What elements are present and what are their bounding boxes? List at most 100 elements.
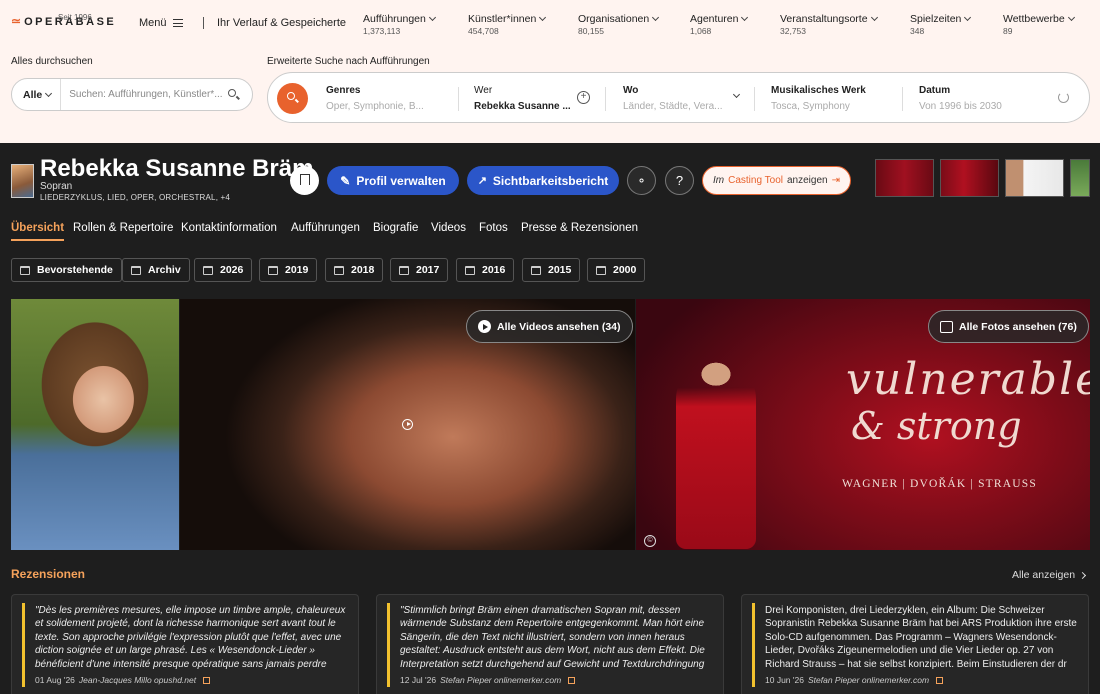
review-card[interactable]: "Dès les premières mesures, elle impose … [11, 594, 359, 694]
review-source[interactable]: Jean-Jacques Millo opushd.net [79, 675, 196, 685]
casting-tool-button[interactable]: Im Casting Tool anzeigen ⇥ [702, 166, 851, 195]
history-link[interactable]: Ihr Verlauf & Gespeicherte [217, 17, 346, 29]
work-filter[interactable]: Musikalisches Werk Tosca, Symphony [771, 85, 891, 112]
date-filter[interactable]: Datum Von 1996 bis 2030 [919, 85, 1039, 112]
stat-agencies[interactable]: Agenturen 1,068 [690, 13, 749, 36]
all-videos-button[interactable]: Alle Videos ansehen (34) [466, 310, 633, 343]
advanced-search-button[interactable] [277, 83, 308, 114]
who-filter[interactable]: Wer Rebekka Susanne ... [474, 85, 574, 112]
review-date: 12 Jul '26 [400, 675, 437, 685]
genres-filter[interactable]: Genres Oper, Symphonie, B... [326, 85, 436, 112]
search-icon [287, 92, 295, 100]
tab-photos[interactable]: Fotos [479, 222, 508, 234]
stat-label: Wettbewerbe [1003, 13, 1065, 25]
album-cover-photo[interactable]: vulnerable & strong WAGNER | DVOŘÁK | ST… [636, 299, 1090, 550]
stat-organisations[interactable]: Organisationen 80,155 [578, 13, 660, 36]
filter-chip-upcoming[interactable]: Bevorstehende [11, 258, 122, 282]
external-link-icon[interactable] [568, 676, 576, 684]
filter-chip-year[interactable]: 2000 [587, 258, 646, 282]
external-link-icon[interactable] [936, 676, 944, 684]
stat-count: 348 [910, 26, 925, 36]
manage-profile-button[interactable]: ✎ Profil verwalten [327, 166, 459, 195]
tab-biography[interactable]: Biografie [373, 222, 418, 234]
photo-thumbnail[interactable] [875, 159, 934, 197]
stat-competitions[interactable]: Wettbewerbe 89 [1003, 13, 1075, 36]
stat-artists[interactable]: Künstler*innen 454,708 [468, 13, 547, 36]
chevron-down-icon [870, 13, 878, 22]
stat-venues[interactable]: Veranstaltungsorte 32,753 [780, 13, 878, 36]
filter-value: Oper, Symphonie, B... [326, 101, 424, 112]
review-meta: 10 Jun '26 Stefan Pieper onlinemerker.co… [765, 675, 944, 685]
show-all-reviews-link[interactable]: Alle anzeigen [1012, 569, 1087, 581]
filter-value: Tosca, Symphony [771, 101, 850, 112]
help-icon: ? [675, 173, 684, 188]
filter-chip-year[interactable]: 2015 [522, 258, 581, 282]
review-meta: 01 Aug '26 Jean-Jacques Millo opushd.net [35, 675, 211, 685]
reset-icon[interactable] [1058, 92, 1069, 103]
search-input[interactable]: Suchen: Aufführungen, Künstler*... [61, 89, 222, 100]
review-text: "Stimmlich bringt Bräm einen dramatische… [400, 605, 705, 670]
photo-thumbnail[interactable] [940, 159, 999, 197]
filter-chip-year[interactable]: 2026 [194, 258, 253, 282]
filter-chip-archive[interactable]: Archiv [122, 258, 190, 282]
photo-thumbnail[interactable] [1070, 159, 1090, 197]
document-thumbnail[interactable] [1005, 159, 1064, 197]
filter-chip-year[interactable]: 2018 [325, 258, 384, 282]
bookmark-button[interactable] [290, 166, 319, 195]
stat-count: 89 [1003, 26, 1013, 36]
review-text: Drei Komponisten, drei Liederzyklen, ein… [765, 605, 1077, 670]
search-scope-select[interactable]: Alle [12, 79, 62, 110]
chevron-down-icon [539, 13, 547, 22]
tab-roles-repertoire[interactable]: Rollen & Repertoire [73, 222, 173, 234]
chip-label: Bevorstehende [37, 264, 113, 276]
chevron-down-icon [732, 90, 741, 99]
review-date: 01 Aug '26 [35, 675, 75, 685]
top-navigation: ≃ OPERABASE Seit 1996 Menü Ihr Verlauf & … [0, 0, 1100, 143]
review-source[interactable]: Stefan Pieper onlinemerker.com [440, 675, 561, 685]
chevron-down-icon [1067, 13, 1075, 22]
stat-count: 454,708 [468, 26, 499, 36]
share-icon: ⚬ [636, 174, 647, 188]
review-card[interactable]: Drei Komponisten, drei Liederzyklen, ein… [741, 594, 1089, 694]
video-thumbnail[interactable]: Alle Videos ansehen (34) [180, 299, 635, 550]
tab-performances[interactable]: Aufführungen [291, 222, 360, 234]
tab-contact[interactable]: Kontaktinformation [181, 222, 277, 234]
stat-performances[interactable]: Aufführungen 1,373,113 [363, 13, 436, 36]
play-icon[interactable] [402, 419, 413, 430]
add-icon[interactable]: + [577, 91, 590, 104]
stat-seasons[interactable]: Spielzeiten 348 [910, 13, 972, 36]
menu-button[interactable]: Menü [139, 17, 183, 29]
filter-chip-year[interactable]: 2017 [390, 258, 449, 282]
visibility-report-button[interactable]: ↗ Sichtbarkeitsbericht [467, 166, 619, 195]
tab-overview[interactable]: Übersicht [11, 222, 65, 241]
play-icon [478, 320, 491, 333]
casting-suffix: anzeigen [786, 175, 828, 186]
stat-count: 80,155 [578, 26, 604, 36]
review-text: "Dès les premières mesures, elle impose … [35, 605, 346, 670]
tab-videos[interactable]: Videos [431, 222, 466, 234]
filter-title: Musikalisches Werk [771, 85, 866, 96]
help-button[interactable]: ? [665, 166, 694, 195]
singer-figure [676, 359, 756, 549]
calendar-icon [531, 265, 541, 275]
all-photos-label: Alle Fotos ansehen (76) [959, 320, 1077, 333]
logo-icon: ≃ [11, 14, 22, 28]
where-filter[interactable]: Wo Länder, Städte, Vera... [623, 85, 723, 112]
avatar [11, 164, 34, 198]
review-card[interactable]: "Stimmlich bringt Bräm einen dramatische… [376, 594, 724, 694]
filter-chip-year[interactable]: 2019 [259, 258, 318, 282]
share-button[interactable]: ⚬ [627, 166, 656, 195]
stat-label: Künstler*innen [468, 13, 537, 25]
all-photos-button[interactable]: Alle Fotos ansehen (76) [928, 310, 1089, 343]
chevron-down-icon [964, 13, 972, 22]
review-source[interactable]: Stefan Pieper onlinemerker.com [808, 675, 929, 685]
trend-icon: ↗ [477, 175, 487, 187]
search-icon[interactable] [222, 83, 246, 107]
profile-photo[interactable] [11, 299, 179, 550]
external-link-icon[interactable] [203, 676, 211, 684]
filter-title: Datum [919, 85, 951, 96]
search-title: Alles durchsuchen [11, 56, 93, 67]
filter-chip-year[interactable]: 2016 [456, 258, 515, 282]
calendar-icon [131, 265, 141, 275]
tab-press-reviews[interactable]: Presse & Rezensionen [521, 222, 638, 234]
